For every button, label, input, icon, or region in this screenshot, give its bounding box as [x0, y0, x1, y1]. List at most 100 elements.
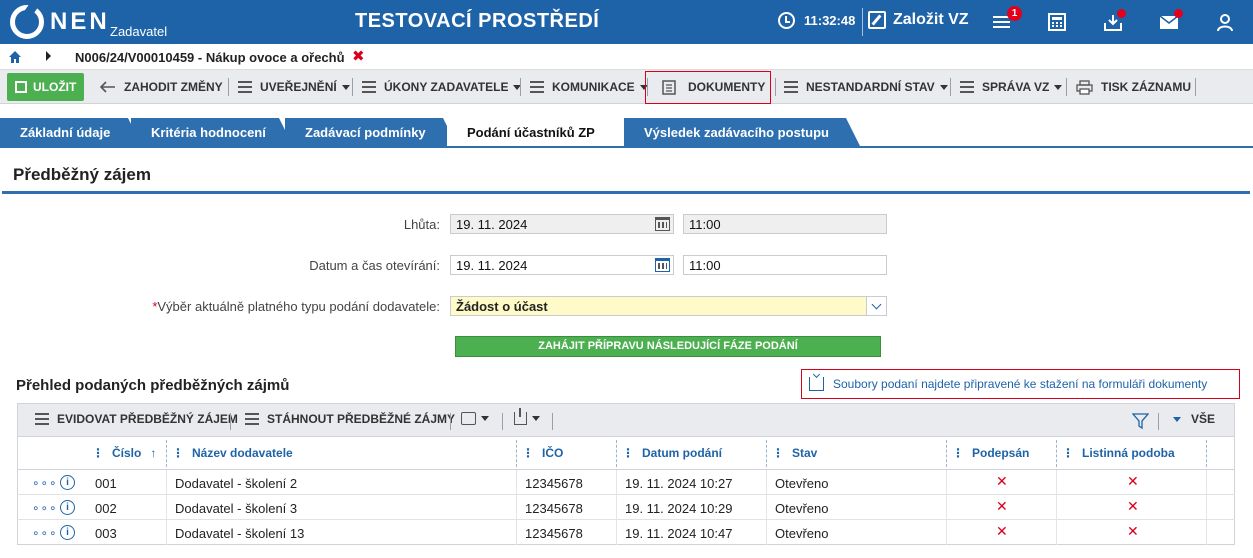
- nen-logo[interactable]: NEN: [10, 5, 110, 39]
- column-menu-icon[interactable]: ⋮: [772, 446, 784, 460]
- column-menu-icon[interactable]: ⋮: [622, 446, 634, 460]
- cell-state: Otevřeno: [775, 476, 829, 491]
- mail-dot: [1174, 9, 1183, 18]
- chevron-down-icon: [1054, 84, 1063, 90]
- column-divider: [1206, 440, 1207, 467]
- clock-icon: [778, 12, 795, 29]
- info-icon[interactable]: i: [60, 475, 75, 490]
- close-record-icon[interactable]: ✖: [352, 47, 365, 65]
- column-header-signed[interactable]: ⋮ Podepsán: [952, 437, 1029, 469]
- download-icon: [809, 377, 824, 391]
- tab-participant-submissions[interactable]: Podání účastníků ZP: [447, 118, 629, 146]
- filter-icon[interactable]: [1132, 413, 1149, 430]
- calculator-icon[interactable]: [1047, 12, 1067, 32]
- tab-tender-conditions[interactable]: Zadávací podmínky: [285, 118, 457, 146]
- session-clock: 11:32:48: [778, 12, 855, 29]
- toolbar-divider: [228, 78, 229, 96]
- save-button[interactable]: ULOŽIT: [7, 73, 85, 101]
- tab-evaluation-criteria[interactable]: Kritéria hodnocení: [131, 118, 293, 146]
- grid-print-menu[interactable]: [461, 412, 489, 425]
- table-row[interactable]: ∘∘∘ i 003 Dodavatel - školení 13 1234567…: [17, 520, 1235, 545]
- view-all-selector[interactable]: VŠE: [1173, 412, 1215, 426]
- print-record-button[interactable]: TISK ZÁZNAMU: [1076, 73, 1191, 101]
- list-icon: [245, 413, 259, 425]
- column-label: Název dodavatele: [192, 446, 293, 460]
- paper-no-icon: ✕: [1127, 473, 1139, 489]
- column-header-ico[interactable]: ⋮ IČO: [522, 437, 563, 469]
- toolbar-divider: [1066, 78, 1067, 96]
- register-interest-button[interactable]: EVIDOVAT PŘEDBĚŽNÝ ZÁJEM: [35, 412, 238, 426]
- paper-no-icon: ✕: [1127, 498, 1139, 514]
- grid-toolbar: EVIDOVAT PŘEDBĚŽNÝ ZÁJEM STÁHNOUT PŘEDBĚ…: [17, 403, 1235, 437]
- column-label: Datum podání: [642, 446, 722, 460]
- grid-divider: [1158, 413, 1159, 430]
- submission-type-label: *Výběr aktuálně platného typu podání dod…: [110, 299, 440, 314]
- info-icon[interactable]: i: [60, 525, 75, 540]
- signed-no-icon: ✕: [996, 473, 1008, 489]
- print-icon: [1076, 79, 1093, 95]
- contractor-actions-menu[interactable]: ÚKONY ZADAVATELE: [362, 73, 522, 101]
- opening-time-value: 11:00: [689, 258, 721, 273]
- documents-download-link[interactable]: Soubory podaní najdete připravené ke sta…: [801, 369, 1240, 399]
- tab-label: Podání účastníků ZP: [467, 124, 595, 140]
- column-header-date[interactable]: ⋮ Datum podání: [622, 437, 722, 469]
- section-divider: [2, 191, 1250, 194]
- column-header-supplier[interactable]: ⋮ Název dodavatele: [172, 437, 293, 469]
- save-icon: [15, 81, 27, 93]
- breadcrumb-record[interactable]: N006/24/V00010459 - Nákup ovoce a ořechů: [75, 50, 345, 65]
- home-icon[interactable]: [9, 51, 21, 63]
- discard-changes-button[interactable]: ZAHODIT ZMĚNY: [100, 73, 223, 101]
- vz-management-menu[interactable]: SPRÁVA VZ: [960, 73, 1063, 101]
- tab-basic-info[interactable]: Základní údaje: [0, 118, 142, 146]
- chevron-down-icon: [532, 416, 540, 421]
- cell-supplier: Dodavatel - školení 2: [175, 476, 298, 491]
- documents-button[interactable]: DOKUMENTY: [662, 73, 765, 101]
- tab-label: Výsledek zadávacího postupu: [644, 124, 829, 140]
- column-header-state[interactable]: ⋮ Stav: [772, 437, 817, 469]
- column-menu-icon[interactable]: ⋮: [952, 446, 964, 460]
- inbox-dot: [1117, 9, 1126, 18]
- cell-ico: 12345678: [525, 501, 583, 516]
- grid-divider: [552, 413, 553, 430]
- communication-menu[interactable]: KOMUNIKACE: [530, 73, 648, 101]
- cell-state: Otevřeno: [775, 501, 829, 516]
- submission-type-select[interactable]: Žádost o účast: [450, 296, 887, 316]
- download-interests-button[interactable]: STÁHNOUT PŘEDBĚŽNÉ ZÁJMY: [245, 412, 455, 426]
- clock-time: 11:32:48: [804, 13, 856, 28]
- table-row[interactable]: ∘∘∘ i 002 Dodavatel - školení 3 12345678…: [17, 495, 1235, 520]
- opening-time-field[interactable]: 11:00: [683, 255, 887, 275]
- opening-date-field[interactable]: 19. 11. 2024: [450, 255, 674, 275]
- row-actions-icon[interactable]: ∘∘∘: [32, 476, 58, 490]
- column-divider: [166, 440, 167, 467]
- chevron-down-icon[interactable]: [866, 297, 886, 315]
- row-actions-icon[interactable]: ∘∘∘: [32, 526, 58, 540]
- section-title: Předběžný zájem: [13, 165, 151, 184]
- start-next-phase-button[interactable]: ZAHÁJIT PŘÍPRAVU NÁSLEDUJÍCÍ FÁZE PODÁNÍ: [455, 336, 881, 357]
- breadcrumb: N006/24/V00010459 - Nákup ovoce a ořechů…: [0, 44, 1253, 70]
- column-label: Podepsán: [972, 446, 1030, 460]
- actions-label: ÚKONY ZADAVATELE: [384, 80, 509, 94]
- row-actions-icon[interactable]: ∘∘∘: [32, 501, 58, 515]
- document-icon: [662, 79, 676, 95]
- column-header-paper[interactable]: ⋮ Listinná podoba: [1062, 437, 1175, 469]
- column-menu-icon[interactable]: ⋮: [1062, 446, 1074, 460]
- nonstandard-state-menu[interactable]: NESTANDARDNÍ STAV: [784, 73, 948, 101]
- cell-date: 19. 11. 2024 10:27: [625, 476, 733, 491]
- deadline-date-value: 19. 11. 2024: [456, 217, 528, 232]
- grid-export-menu[interactable]: [514, 408, 540, 425]
- calendar-icon[interactable]: [655, 258, 670, 272]
- grid-divider: [502, 413, 503, 430]
- column-menu-icon[interactable]: ⋮: [522, 446, 534, 460]
- info-icon[interactable]: i: [60, 500, 75, 515]
- tab-procedure-result[interactable]: Výsledek zadávacího postupu: [624, 118, 860, 146]
- signed-no-icon: ✕: [996, 523, 1008, 539]
- column-header-number[interactable]: ⋮ Číslo ↑: [92, 437, 156, 469]
- user-icon[interactable]: [1215, 12, 1235, 32]
- column-menu-icon[interactable]: ⋮: [172, 446, 184, 460]
- publish-menu[interactable]: UVEŘEJNĚNÍ: [238, 73, 350, 101]
- logo-subtitle: Zadavatel: [110, 24, 168, 39]
- tab-label: Kritéria hodnocení: [151, 124, 266, 140]
- table-row[interactable]: ∘∘∘ i 001 Dodavatel - školení 2 12345678…: [17, 470, 1235, 495]
- column-menu-icon[interactable]: ⋮: [92, 446, 104, 460]
- create-vz-button[interactable]: Založit VZ: [868, 11, 969, 29]
